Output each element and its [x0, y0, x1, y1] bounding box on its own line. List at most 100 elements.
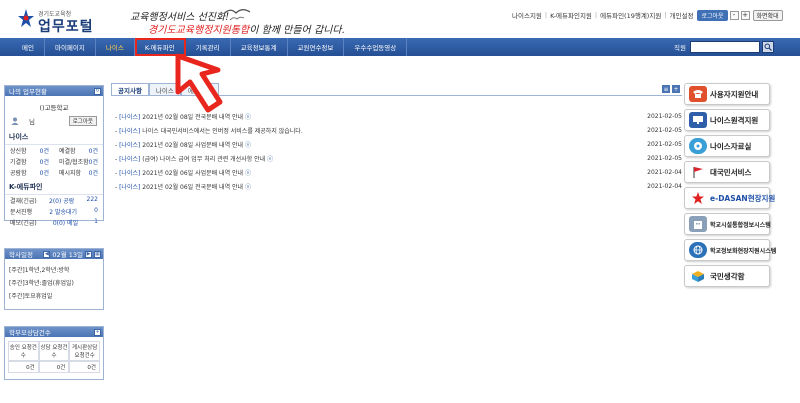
neis-counts: 상신함 0건 예결함 0건 기결함 0건 미결/협조함 0건 공람함 0건 메시지함 0건: [5, 144, 103, 178]
edufine-section-title: K-에듀파인: [9, 183, 43, 191]
board-more-icon[interactable]: +: [672, 85, 680, 93]
search-icon[interactable]: [762, 41, 774, 53]
list-item[interactable]: - [나이스] 2021년 02월 08일 사업문배 내역 안내 ⓝ 2021-02…: [111, 137, 682, 151]
search-label: 직원: [674, 44, 686, 52]
schedule-item[interactable]: [주간]3학년:졸업(휴업일): [5, 276, 103, 289]
monitor-icon: [689, 112, 707, 128]
nav-main[interactable]: 메인: [0, 38, 45, 56]
seagull-icon: [223, 9, 251, 21]
font-decrease-button[interactable]: -: [729, 10, 739, 20]
counsel-header: 학부모상담건수 +: [5, 327, 103, 337]
work-status-header: 나의 업무현황 ↻: [5, 86, 103, 96]
list-item[interactable]: - [나이스] 2021년 02월 06일 사업문배 내역 안내 ⓝ 2021-02…: [111, 165, 682, 179]
neis-row[interactable]: 예결함 0건: [54, 145, 103, 156]
counsel-col-header: 승인 요청건수: [8, 341, 39, 361]
neis-row[interactable]: 공람함 0건: [5, 167, 54, 178]
nav-class-videos[interactable]: 우수수업동영상: [344, 38, 408, 56]
banner-edasan[interactable]: e-DASAN현장지원: [684, 187, 775, 209]
neis-row[interactable]: 메시지함 0건: [54, 167, 103, 178]
slogan-highlight: 경기도교육행정지원통합: [148, 25, 250, 36]
nav-neis[interactable]: 나이스: [96, 38, 135, 56]
new-icon: ⓝ: [245, 113, 252, 121]
edufine-counts: 결재(긴급) 2(0) 공람 222 문서진행 2 발송대기 0 메모(긴급) 0(0) …: [5, 194, 103, 228]
next-day-icon[interactable]: ▶: [85, 250, 92, 258]
neis-row[interactable]: 상신함 0건: [5, 145, 54, 156]
nav-search: 직원: [674, 41, 774, 53]
board-controls: ≡ +: [662, 85, 680, 93]
schedule-item[interactable]: [주간]1학년,2학년:방학: [5, 263, 103, 276]
banner-neis-library[interactable]: 나이스자료실: [684, 135, 770, 157]
schedule-item[interactable]: [주간]토요휴업일: [5, 289, 103, 302]
banner-public-service[interactable]: 대국민서비스: [684, 161, 770, 183]
panel-logout-button[interactable]: 로그아웃: [68, 116, 97, 126]
tab-notice[interactable]: 공지사항: [111, 83, 149, 95]
counsel-value[interactable]: 0건: [69, 361, 100, 373]
zoom-button[interactable]: 화면확대: [752, 9, 783, 21]
schedule-title: 학사일정: [9, 251, 33, 259]
board-settings-icon[interactable]: ≡: [662, 85, 670, 93]
user-name: 님: [29, 118, 35, 126]
school-name: ()고등학교: [39, 104, 69, 112]
counsel-value[interactable]: 0건: [8, 361, 39, 373]
counsel-col-header: 게시판상담 요청건수: [69, 341, 100, 361]
counsel-panel: 학부모상담건수 + 승인 요청건수 상담 요청건수 게시판상담 요청건수 0건 …: [4, 326, 104, 380]
header: 경기도교육청 업무포털 교육행정서비스 선진화! 경기도교육행정지원통합이 함께…: [0, 0, 800, 38]
list-item[interactable]: - [나이스] 나이스 대국민서비스에서는 인버정 서비스를 제공하지 않습니다…: [111, 123, 682, 137]
star-icon: [689, 190, 707, 206]
util-edufine19-support[interactable]: 에듀파인(19행계)지원: [600, 10, 661, 20]
slogan-rest: 이 함께 만들어 갑니다.: [249, 25, 345, 36]
banner-school-it-support[interactable]: 학교정보화현장지원시스템: [684, 239, 776, 261]
schedule-panel: 학사일정 ◀ 02월 13일 ▶ ▦ [주간]1학년,2학년:방학 [주간]3학…: [4, 248, 104, 310]
util-personal-settings[interactable]: 개인설정: [670, 10, 694, 20]
new-icon: ⓝ: [245, 169, 252, 177]
edufine-row[interactable]: 메모(긴급) 0(0) 메일 1: [5, 217, 103, 228]
prev-day-icon[interactable]: ◀: [43, 250, 51, 258]
work-status-title: 나의 업무현황: [9, 88, 47, 96]
util-bar: 나이스지원 | K-에듀파인지원 | 에듀파인(19행계)지원 | 개인설정 로그아웃…: [512, 9, 783, 21]
refresh-icon[interactable]: ↻: [94, 87, 101, 95]
neis-row[interactable]: 미결/협조함 0건: [54, 156, 103, 167]
pointer-arrow-icon: [175, 53, 223, 113]
banner-user-support[interactable]: 사용자지원안내: [684, 83, 770, 105]
list-item[interactable]: - [나이스] 2021년 02월 06일 전국문배 내역 안내 ⓝ 2021-02…: [111, 179, 682, 193]
banner-people-idea[interactable]: 국민생각함: [684, 265, 770, 287]
banner-neis-remote[interactable]: 나이스원격지원: [684, 109, 770, 131]
schedule-header: 학사일정 ◀ 02월 13일 ▶ ▦: [5, 249, 103, 259]
flag-icon: [689, 164, 707, 180]
neis-section-title: 나이스: [9, 133, 29, 141]
calendar-icon[interactable]: ▦: [94, 250, 101, 258]
util-edufine-support[interactable]: K-에듀파인지원: [550, 10, 592, 20]
logout-button[interactable]: 로그아웃: [697, 9, 728, 21]
globe-icon: [689, 242, 707, 258]
nav-mypage[interactable]: 마이페이지: [45, 38, 96, 56]
box-icon: [689, 268, 707, 284]
neis-row[interactable]: 기결함 0건: [5, 156, 54, 167]
font-increase-button[interactable]: +: [740, 10, 750, 20]
new-icon: ⓝ: [245, 183, 252, 191]
disk-icon: [689, 138, 707, 154]
counsel-table: 승인 요청건수 상담 요청건수 게시판상담 요청건수 0건 0건 0건: [8, 341, 100, 373]
logo-title[interactable]: 업무포털: [38, 16, 94, 36]
quick-banners: 사용자지원안내 나이스원격지원 나이스자료실 대국민서비스 e-DASAN현장지…: [684, 83, 776, 291]
schedule-date: 02월 13일: [52, 251, 83, 259]
edu-logo-icon[interactable]: [17, 8, 35, 28]
user-line: 님 로그아웃: [5, 112, 103, 128]
new-icon: ⓝ: [267, 155, 274, 163]
nav-teacher-training[interactable]: 교원연수정보: [288, 38, 345, 56]
work-status-panel: 나의 업무현황 ↻ ()고등학교 님 로그아웃 나이스 상신함 0건 예결함 0건 …: [4, 85, 104, 227]
new-icon: ⓝ: [245, 141, 252, 149]
search-input[interactable]: [690, 41, 760, 53]
edufine-row[interactable]: 문서진행 2 발송대기 0: [5, 206, 103, 217]
notice-list: - [나이스] 2021년 02월 08일 전국문배 내역 안내 ⓝ 2021-02…: [111, 109, 682, 193]
counsel-col-header: 상담 요청건수: [38, 341, 70, 361]
counsel-more-icon[interactable]: +: [94, 328, 101, 336]
building-icon: [689, 216, 707, 232]
user-icon: [11, 117, 19, 125]
list-item[interactable]: - [나이스] (급여) 나이스 급여 업무 처리 관련 개선사항 안내 ⓝ 202…: [111, 151, 682, 165]
main-nav: 메인 마이페이지 나이스 K-에듀파인 기록관리 교육정보통계 교원연수정보 우…: [0, 38, 800, 56]
counsel-value[interactable]: 0건: [38, 361, 70, 373]
counsel-title: 학부모상담건수: [9, 329, 51, 337]
util-neis-support[interactable]: 나이스지원: [512, 10, 542, 20]
banner-facility-info[interactable]: 학교시설통합정보시스템: [684, 213, 771, 235]
edufine-row[interactable]: 결재(긴급) 2(0) 공람 222: [5, 195, 103, 206]
